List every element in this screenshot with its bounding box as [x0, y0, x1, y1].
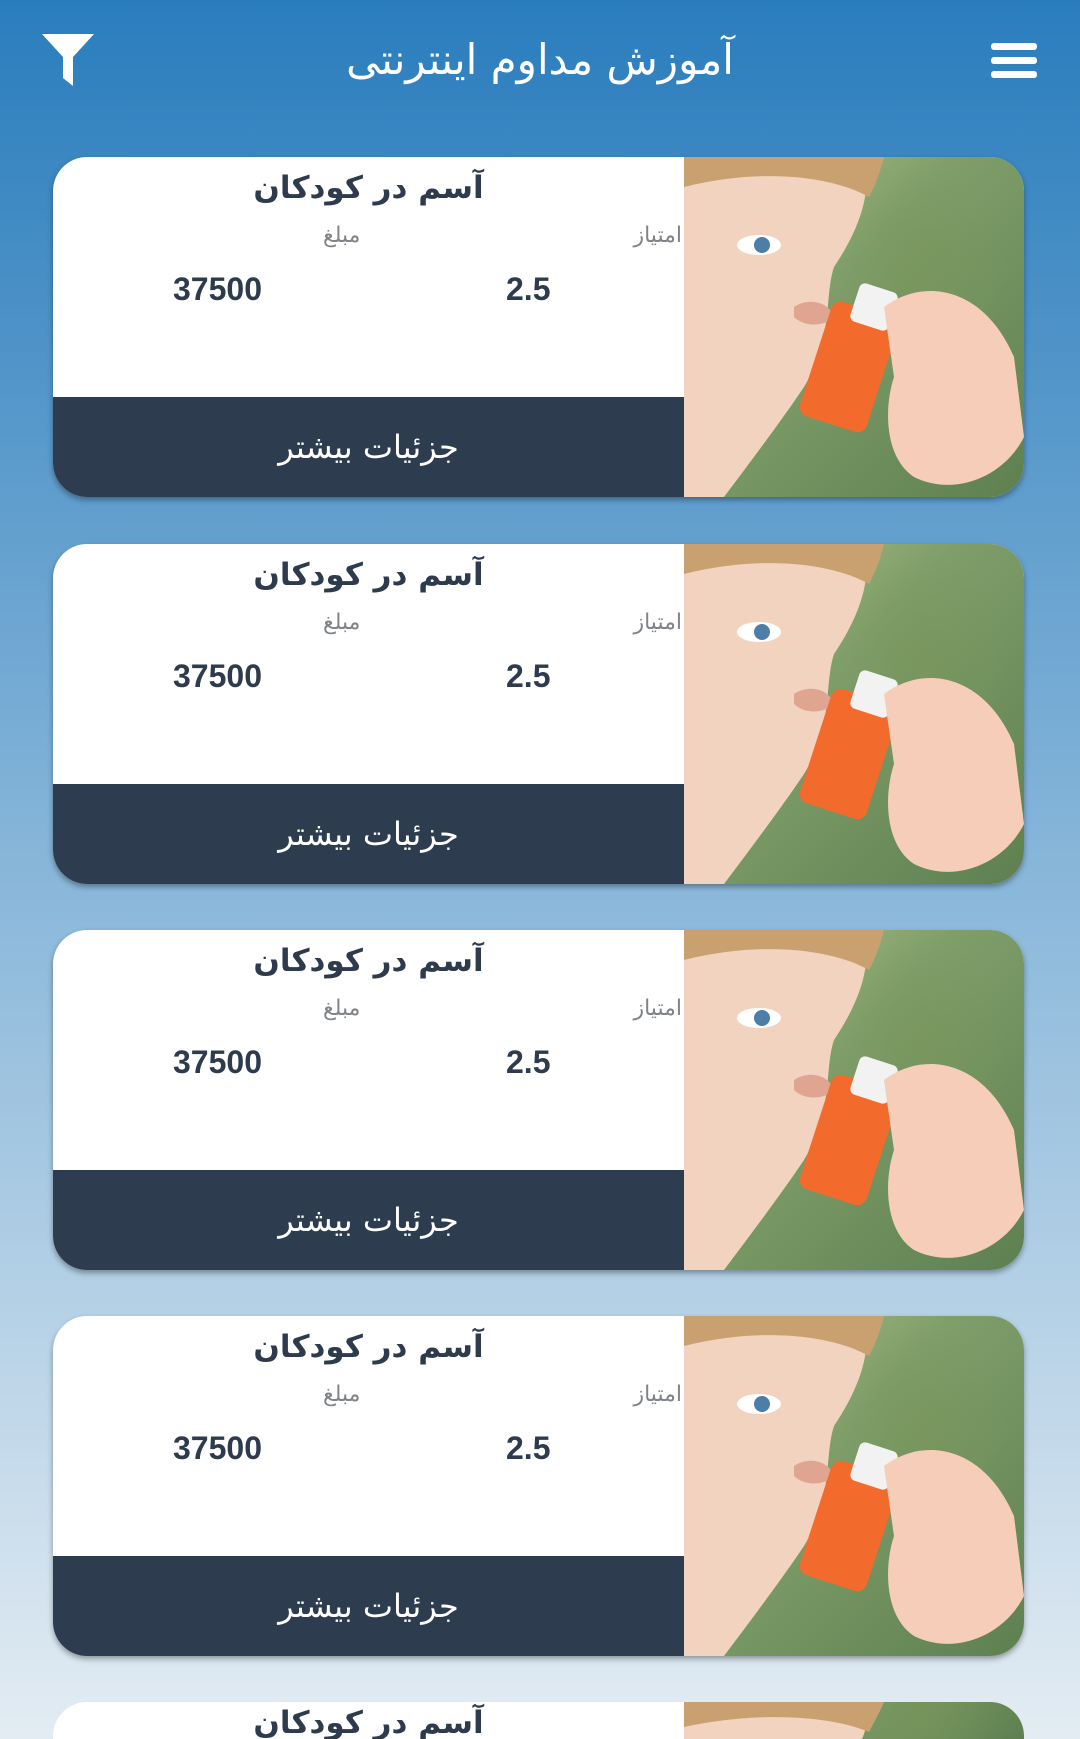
course-title: آسم در کودکان: [253, 557, 484, 593]
score-label: امتیاز: [633, 610, 682, 635]
price-label: مبلغ: [323, 610, 361, 635]
course-title: آسم در کودکان: [253, 1705, 484, 1739]
course-card[interactable]: آسم در کودکان امتیاز مبلغ 2.5 37500 جزئی…: [53, 1316, 1024, 1656]
course-info: آسم در کودکان امتیاز مبلغ 2.5 37500 جزئی…: [53, 930, 684, 1270]
course-info: آسم در کودکان امتیاز مبلغ 2.5 37500 جزئی…: [53, 544, 684, 884]
course-image[interactable]: [684, 157, 1024, 497]
course-info: آسم در کودکان: [53, 1702, 684, 1739]
course-info: آسم در کودکان امتیاز مبلغ 2.5 37500 جزئی…: [53, 1316, 684, 1656]
course-image[interactable]: [684, 1702, 1024, 1739]
score-label: امتیاز: [633, 1382, 682, 1407]
score-value: 2.5: [506, 1044, 551, 1080]
score-value: 2.5: [506, 658, 551, 694]
course-card[interactable]: آسم در کودکان امتیاز مبلغ 2.5 37500 جزئی…: [53, 157, 1024, 497]
course-card[interactable]: آسم در کودکان امتیاز مبلغ 2.5 37500 جزئی…: [53, 544, 1024, 884]
score-value: 2.5: [506, 271, 551, 307]
price-value: 37500: [173, 1044, 262, 1080]
score-label: امتیاز: [633, 996, 682, 1021]
more-details-button[interactable]: جزئیات بیشتر: [53, 1170, 684, 1270]
course-image[interactable]: [684, 930, 1024, 1270]
price-value: 37500: [173, 1430, 262, 1466]
course-image[interactable]: [684, 1316, 1024, 1656]
price-value: 37500: [173, 658, 262, 694]
course-card[interactable]: آسم در کودکان امتیاز مبلغ 2.5 37500 جزئی…: [53, 930, 1024, 1270]
score-value: 2.5: [506, 1430, 551, 1466]
course-card[interactable]: آسم در کودکان: [53, 1702, 1024, 1739]
price-label: مبلغ: [323, 223, 361, 248]
more-details-button[interactable]: جزئیات بیشتر: [53, 1556, 684, 1656]
price-label: مبلغ: [323, 1382, 361, 1407]
price-label: مبلغ: [323, 996, 361, 1021]
course-list: آسم در کودکان امتیاز مبلغ 2.5 37500 جزئی…: [0, 0, 1080, 1739]
course-info: آسم در کودکان امتیاز مبلغ 2.5 37500 جزئی…: [53, 157, 684, 497]
more-details-button[interactable]: جزئیات بیشتر: [53, 784, 684, 884]
course-title: آسم در کودکان: [253, 943, 484, 979]
course-image[interactable]: [684, 544, 1024, 884]
course-title: آسم در کودکان: [253, 170, 484, 206]
score-label: امتیاز: [633, 223, 682, 248]
price-value: 37500: [173, 271, 262, 307]
more-details-button[interactable]: جزئیات بیشتر: [53, 397, 684, 497]
course-title: آسم در کودکان: [253, 1329, 484, 1365]
